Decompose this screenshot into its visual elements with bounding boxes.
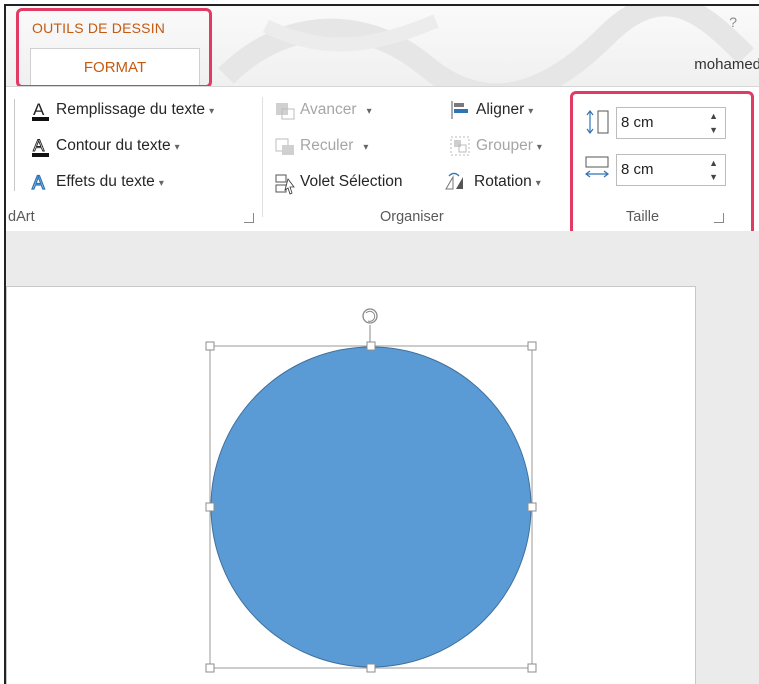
outline-label: Contour du texte bbox=[56, 137, 171, 154]
forward-label: Avancer bbox=[300, 101, 357, 118]
bring-forward-icon bbox=[276, 103, 295, 120]
chevron-down-icon: ▾ bbox=[209, 106, 215, 117]
svg-text:A: A bbox=[32, 173, 45, 193]
wordart-group-label: dArt bbox=[8, 209, 35, 225]
wordart-gallery-edge[interactable] bbox=[6, 99, 15, 191]
user-name[interactable]: mohamed bbox=[694, 56, 759, 73]
group-icon bbox=[450, 136, 470, 156]
svg-text:A: A bbox=[33, 100, 45, 119]
selection-pane-icon bbox=[275, 174, 295, 195]
chevron-down-icon: ▾ bbox=[536, 142, 542, 153]
ribbon: A Remplissage du texte ▾ A Contour du tex… bbox=[6, 86, 759, 237]
help-button[interactable]: ? bbox=[729, 14, 737, 30]
app-window: OUTILS DE DESSIN FORMAT ? mohamed A Remp… bbox=[4, 4, 759, 684]
text-effects-icon: A bbox=[31, 172, 45, 193]
group-label: Grouper bbox=[476, 137, 533, 154]
text-outline-icon: A bbox=[32, 136, 49, 157]
chevron-down-icon: ▾ bbox=[528, 106, 534, 117]
organiser-group-label: Organiser bbox=[380, 209, 444, 225]
align-label: Aligner bbox=[476, 101, 525, 118]
background-swirl-decoration bbox=[218, 6, 754, 86]
circle-shape[interactable] bbox=[210, 346, 532, 668]
rotate-icon bbox=[445, 172, 463, 190]
text-fill-icon: A bbox=[32, 100, 49, 121]
group-separator bbox=[262, 97, 263, 217]
title-bar: OUTILS DE DESSIN FORMAT ? mohamed bbox=[6, 6, 759, 88]
chevron-down-icon: ▾ bbox=[158, 178, 164, 189]
backward-label: Reculer bbox=[300, 137, 354, 154]
selection-pane-label: Volet Sélection bbox=[300, 173, 403, 190]
chevron-down-icon: ▾ bbox=[535, 178, 541, 189]
rotate-label: Rotation bbox=[474, 173, 532, 190]
fill-label: Remplissage du texte bbox=[56, 101, 206, 118]
align-icon bbox=[451, 101, 468, 119]
selected-circle-shape[interactable] bbox=[201, 303, 543, 681]
chevron-down-icon: ▾ bbox=[363, 142, 369, 153]
send-backward-icon bbox=[275, 138, 294, 155]
rotate-handle-icon[interactable] bbox=[362, 308, 378, 324]
svg-text:A: A bbox=[33, 136, 45, 155]
effects-label: Effets du texte bbox=[56, 173, 155, 190]
wordart-dialog-launcher-icon[interactable] bbox=[244, 213, 254, 223]
chevron-down-icon: ▾ bbox=[366, 106, 372, 117]
chevron-down-icon: ▾ bbox=[174, 142, 180, 153]
highlight-box-context-tab bbox=[16, 8, 212, 88]
highlight-box-size-group bbox=[570, 91, 754, 237]
